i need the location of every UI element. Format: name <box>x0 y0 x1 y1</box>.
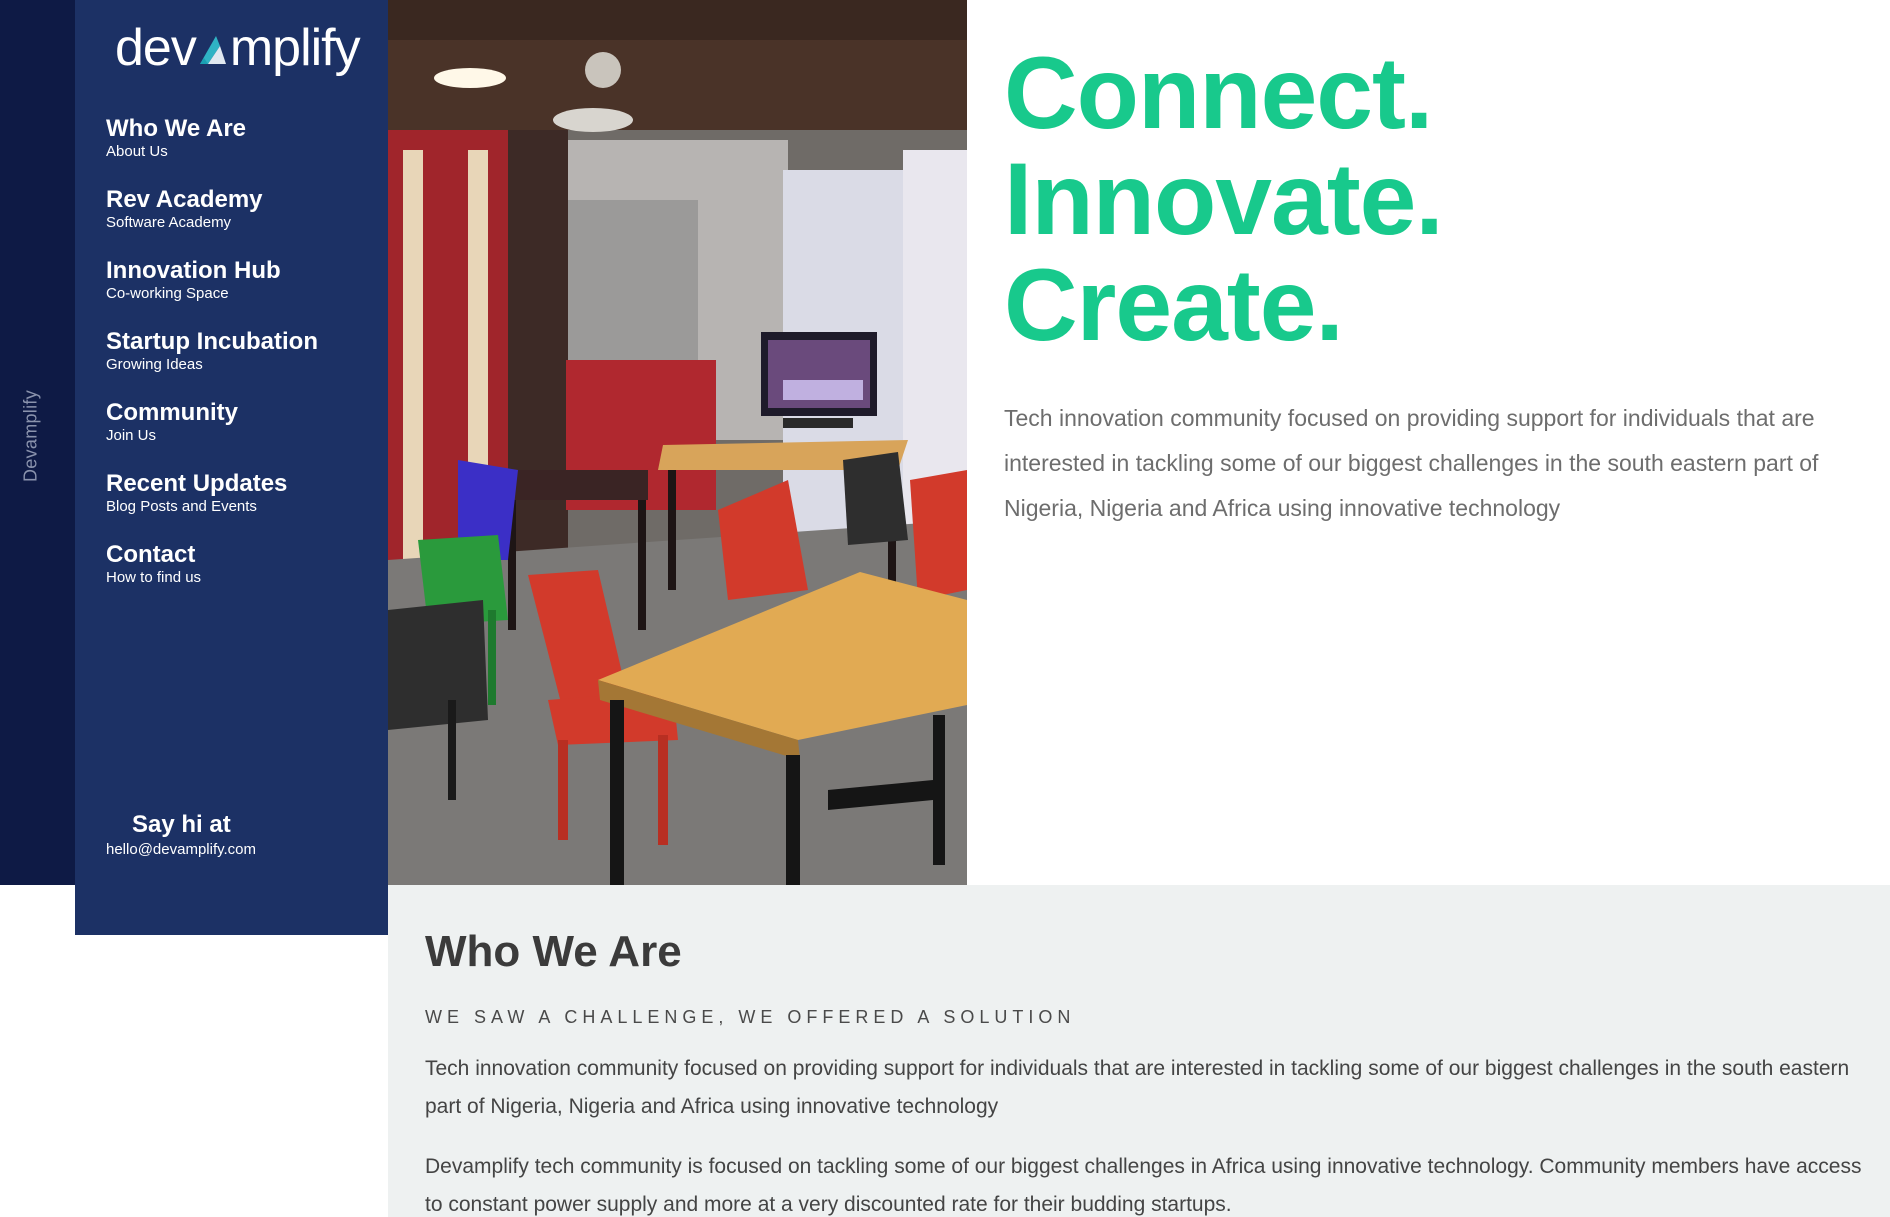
contact-email-link[interactable]: hello@devamplify.com <box>106 840 366 860</box>
nav-item-recent-updates[interactable]: Recent Updates Blog Posts and Events <box>106 470 376 541</box>
nav-item-title: Recent Updates <box>106 470 288 497</box>
nav-item-rev-academy[interactable]: Rev Academy Software Academy <box>106 186 376 257</box>
section-title: Who We Are <box>425 927 682 976</box>
main-nav: Who We Are About Us Rev Academy Software… <box>106 115 376 612</box>
section-paragraph: Tech innovation community focused on pro… <box>425 1057 1850 1118</box>
nav-item-title: Contact <box>106 541 196 568</box>
nav-item-contact[interactable]: Contact How to find us <box>106 541 376 612</box>
logo-text-end: mplify <box>229 19 361 77</box>
logo-text-start: dev <box>115 19 197 77</box>
nav-item-title: Who We Are <box>106 115 247 142</box>
hero-line-create: Create. <box>1004 248 1344 362</box>
nav-item-title: Startup Incubation <box>106 328 318 355</box>
hero-photo <box>388 0 967 885</box>
nav-item-subtitle: How to find us <box>106 569 202 586</box>
logo-mark-icon <box>196 32 230 64</box>
nav-item-community[interactable]: Community Join Us <box>106 399 376 470</box>
hero-headline: Connect. Innovate. Create. <box>1004 40 1864 358</box>
nav-item-subtitle: About Us <box>106 143 168 160</box>
contact-heading: Say hi at <box>132 811 231 838</box>
hero-line-connect: Connect. <box>1004 36 1433 150</box>
hero-description: Tech innovation community focused on pro… <box>1004 405 1819 521</box>
nav-item-innovation-hub[interactable]: Innovation Hub Co-working Space <box>106 257 376 328</box>
nav-item-subtitle: Software Academy <box>106 214 232 231</box>
hero-section: Connect. Innovate. Create. Tech innovati… <box>1004 40 1864 531</box>
hero-line-innovate: Innovate. <box>1004 142 1444 256</box>
brand-logo[interactable]: dev mplify <box>115 18 365 78</box>
nav-item-subtitle: Co-working Space <box>106 285 229 302</box>
contact-block: Say hi at hello@devamplify.com <box>106 810 366 860</box>
section-paragraph: Devamplify tech community is focused on … <box>425 1155 1862 1216</box>
sidebar: dev mplify Who We Are About Us Rev Acade… <box>75 0 388 935</box>
section-kicker: WE SAW A CHALLENGE, WE OFFERED A SOLUTIO… <box>425 1007 1076 1027</box>
who-we-are-section: Who We Are WE SAW A CHALLENGE, WE OFFERE… <box>388 885 1890 1217</box>
nav-item-subtitle: Growing Ideas <box>106 356 203 373</box>
nav-item-startup-incubation[interactable]: Startup Incubation Growing Ideas <box>106 328 376 399</box>
nav-item-who-we-are[interactable]: Who We Are About Us <box>106 115 376 186</box>
nav-item-title: Community <box>106 399 238 426</box>
nav-item-subtitle: Join Us <box>106 427 157 444</box>
nav-item-subtitle: Blog Posts and Events <box>106 498 257 515</box>
side-rail: Devamplify <box>0 0 75 885</box>
nav-item-title: Innovation Hub <box>106 257 281 284</box>
rail-brand-label: Devamplify <box>20 389 41 483</box>
nav-item-title: Rev Academy <box>106 186 263 213</box>
